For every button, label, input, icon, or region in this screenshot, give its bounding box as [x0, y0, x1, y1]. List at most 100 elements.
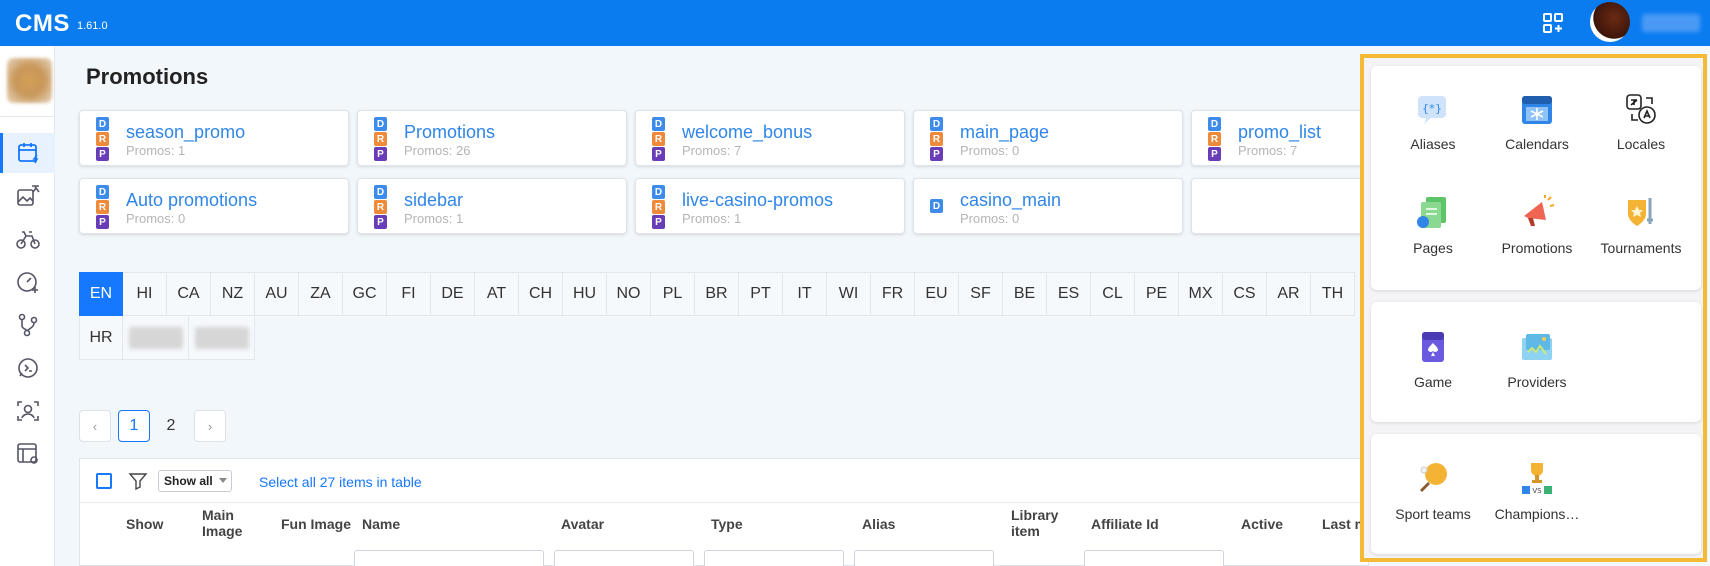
lang-tab-redacted[interactable] — [123, 316, 189, 360]
brand-logo[interactable]: CMS — [15, 10, 70, 38]
column-header[interactable]: Name — [362, 516, 400, 532]
lang-tab-pe[interactable]: PE — [1135, 272, 1179, 316]
prev-page-button[interactable]: ‹ — [79, 410, 111, 442]
lang-tab-cl[interactable]: CL — [1091, 272, 1135, 316]
sidebar-item-bicycle[interactable] — [0, 219, 55, 259]
name-filter-input[interactable] — [354, 550, 544, 566]
select-all-link[interactable]: Select all 27 items in table — [259, 474, 422, 490]
env-badges: D R P — [930, 117, 943, 161]
collection-card[interactable]: D R P sidebar Promos: 1 — [357, 178, 627, 234]
collection-card[interactable]: D R P live-casino-promos Promos: 1 — [635, 178, 905, 234]
collection-card[interactable]: D R P main_page Promos: 0 — [913, 110, 1183, 166]
user-name-redacted[interactable] — [1642, 14, 1700, 32]
app-sport-teams[interactable]: Sport teams — [1381, 456, 1485, 536]
sidebar-item-user-scan[interactable] — [0, 391, 55, 431]
alias-filter-input[interactable] — [854, 550, 994, 566]
card-name[interactable]: welcome_bonus — [682, 122, 812, 143]
chevron-down-icon — [219, 478, 227, 483]
page-1-button[interactable]: 1 — [118, 410, 150, 442]
lang-tab-hi[interactable]: HI — [123, 272, 167, 316]
column-header[interactable]: Avatar — [561, 516, 604, 532]
lang-tab-fr[interactable]: FR — [871, 272, 915, 316]
app-game[interactable]: Game — [1381, 324, 1485, 404]
column-header[interactable]: Affiliate Id — [1091, 516, 1159, 532]
lang-tab-at[interactable]: AT — [475, 272, 519, 316]
column-header[interactable]: Alias — [862, 516, 895, 532]
env-badges: D R P — [1208, 117, 1221, 161]
lang-tab[interactable]: HR — [79, 316, 123, 360]
filter-icon[interactable] — [128, 471, 148, 491]
type-filter-input[interactable] — [704, 550, 844, 566]
collection-card[interactable]: D casino_main Promos: 0 — [913, 178, 1183, 234]
column-header[interactable]: Fun Image — [281, 516, 351, 532]
card-name[interactable]: Auto promotions — [126, 190, 257, 211]
column-header[interactable]: Library item — [1011, 507, 1061, 539]
sidebar-item-route[interactable] — [0, 305, 55, 345]
next-page-button[interactable]: › — [194, 410, 226, 442]
lang-tab-redacted[interactable] — [189, 316, 255, 360]
lang-tab-en[interactable]: EN — [79, 272, 123, 316]
app-championships[interactable]: VS Champions… — [1485, 456, 1589, 536]
lang-tab-hu[interactable]: HU — [563, 272, 607, 316]
card-name[interactable]: casino_main — [960, 190, 1061, 211]
column-header[interactable]: Active — [1241, 516, 1283, 532]
app-tournaments[interactable]: Tournaments — [1589, 190, 1693, 270]
lang-tab-ca[interactable]: CA — [167, 272, 211, 316]
collection-card[interactable]: D R P welcome_bonus Promos: 7 — [635, 110, 905, 166]
lang-tab-mx[interactable]: MX — [1179, 272, 1223, 316]
collection-card[interactable]: D R P Promotions Promos: 26 — [357, 110, 627, 166]
lang-tab-nz[interactable]: NZ — [211, 272, 255, 316]
sidebar-item-chat-code[interactable] — [0, 348, 55, 388]
select-all-checkbox[interactable] — [96, 473, 112, 489]
card-name[interactable]: season_promo — [126, 122, 245, 143]
avatar-filter-input[interactable] — [554, 550, 694, 566]
app-aliases[interactable]: {*} Aliases — [1381, 86, 1485, 166]
lang-tab-ch[interactable]: CH — [519, 272, 563, 316]
app-providers[interactable]: Providers — [1485, 324, 1589, 404]
collection-card[interactable]: D R P season_promo Promos: 1 — [79, 110, 349, 166]
sidebar-item-image-translate[interactable] — [0, 176, 55, 216]
column-header[interactable]: Show — [126, 516, 163, 532]
apps-grid-icon[interactable] — [1541, 11, 1565, 35]
lang-tab-be[interactable]: BE — [1003, 272, 1047, 316]
lang-tab-ar[interactable]: AR — [1267, 272, 1311, 316]
lang-tab-th[interactable]: TH — [1311, 272, 1355, 316]
lang-tab-es[interactable]: ES — [1047, 272, 1091, 316]
lang-tab-wi[interactable]: WI — [827, 272, 871, 316]
user-avatar[interactable] — [1590, 2, 1630, 42]
lang-tab-pt[interactable]: PT — [739, 272, 783, 316]
lang-tab-sf[interactable]: SF — [959, 272, 1003, 316]
app-calendars[interactable]: Calendars — [1485, 86, 1589, 166]
lang-tab-pl[interactable]: PL — [651, 272, 695, 316]
lang-tab-cs[interactable]: CS — [1223, 272, 1267, 316]
column-header[interactable]: Main Image — [202, 507, 252, 539]
lang-tab-no[interactable]: NO — [607, 272, 651, 316]
lang-tab-gc[interactable]: GC — [343, 272, 387, 316]
card-name[interactable]: Promotions — [404, 122, 495, 143]
sidebar-item-layout-settings[interactable] — [0, 434, 55, 474]
app-locales[interactable]: Locales — [1589, 86, 1693, 166]
top-bar: CMS 1.61.0 — [0, 0, 1710, 46]
lang-tab-au[interactable]: AU — [255, 272, 299, 316]
affiliate-filter-input[interactable] — [1084, 550, 1224, 566]
lang-tab-br[interactable]: BR — [695, 272, 739, 316]
app-pages[interactable]: Pages — [1381, 190, 1485, 270]
collection-card[interactable]: D R P Auto promotions Promos: 0 — [79, 178, 349, 234]
sidebar-item-gauge[interactable] — [0, 262, 55, 302]
card-name[interactable]: promo_list — [1238, 122, 1321, 143]
lang-tab-eu[interactable]: EU — [915, 272, 959, 316]
lang-tab-it[interactable]: IT — [783, 272, 827, 316]
trophy-icon: VS — [1522, 463, 1552, 495]
sidebar-item-calendar[interactable] — [0, 133, 55, 173]
lang-tab-fi[interactable]: FI — [387, 272, 431, 316]
column-header[interactable]: Type — [711, 516, 743, 532]
lang-tab-de[interactable]: DE — [431, 272, 475, 316]
sidebar-avatar[interactable] — [7, 58, 52, 103]
show-filter-select[interactable]: Show all — [158, 470, 232, 492]
lang-tab-za[interactable]: ZA — [299, 272, 343, 316]
app-promotions[interactable]: Promotions — [1485, 190, 1589, 270]
card-name[interactable]: live-casino-promos — [682, 190, 833, 211]
card-name[interactable]: sidebar — [404, 190, 463, 211]
card-name[interactable]: main_page — [960, 122, 1049, 143]
page-2-button[interactable]: 2 — [155, 410, 187, 442]
